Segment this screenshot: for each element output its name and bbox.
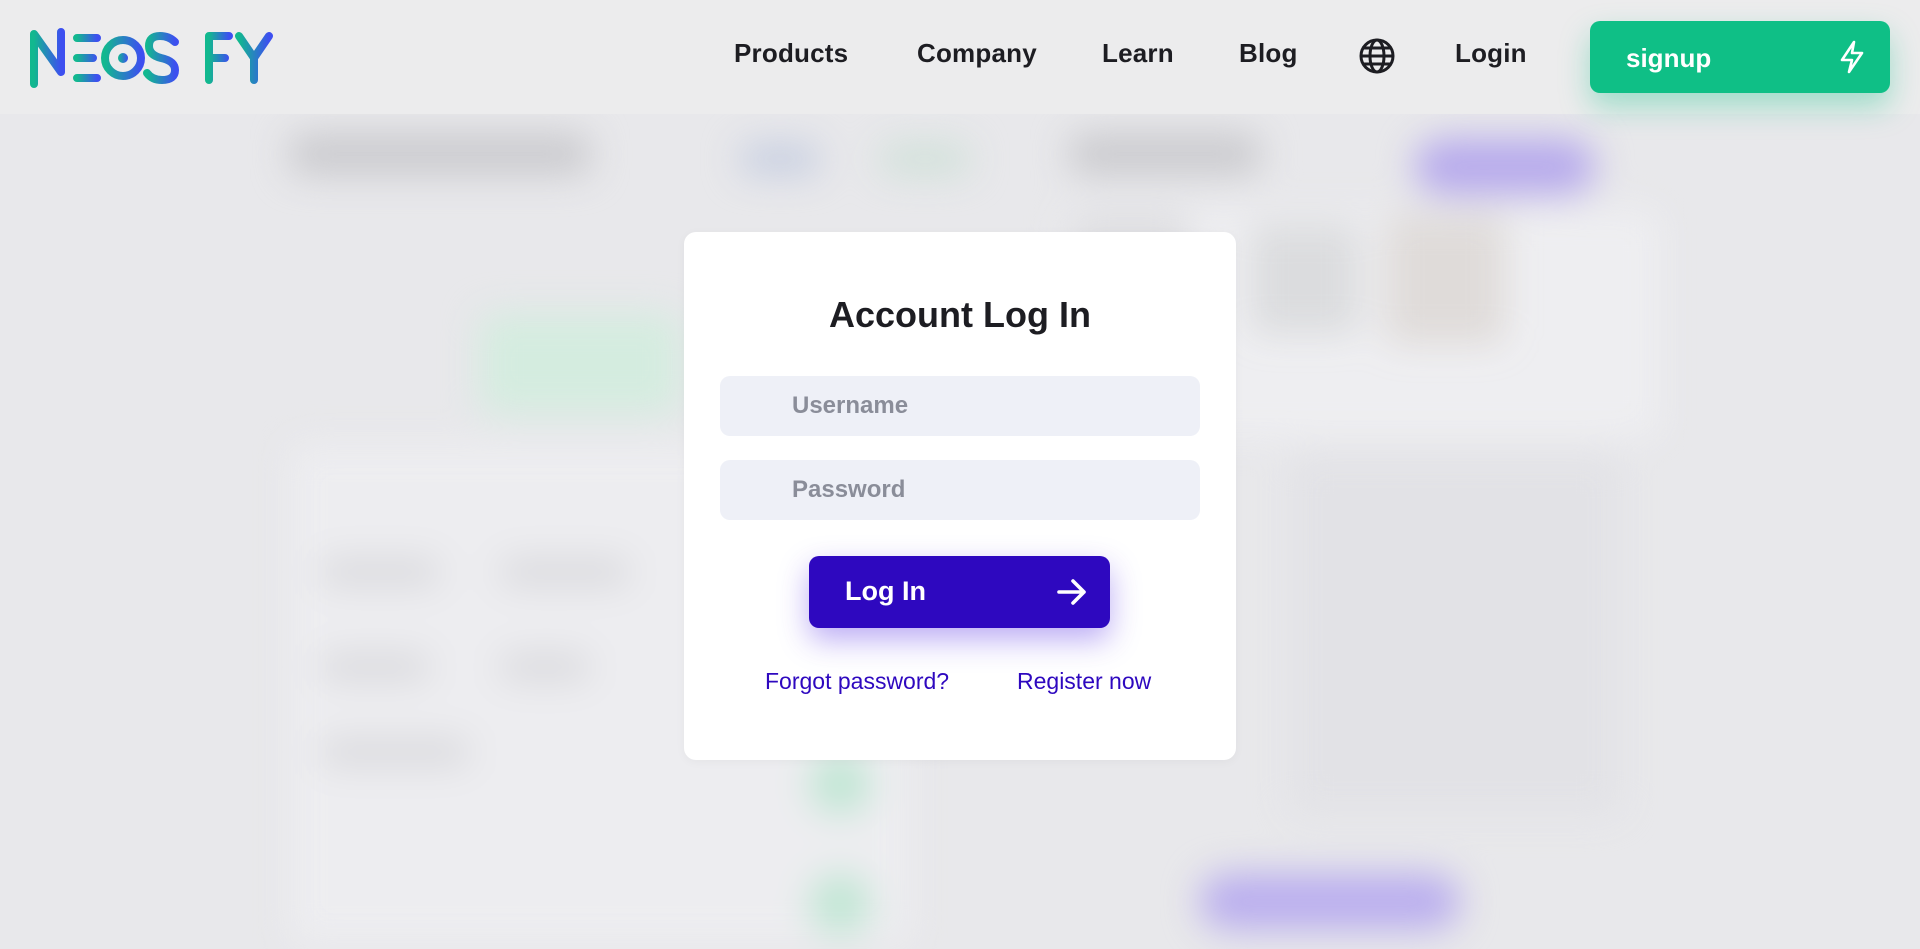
blurred-badge (810, 874, 870, 934)
blurred-tab (880, 144, 970, 174)
password-input[interactable] (720, 460, 1200, 520)
forgot-password-link[interactable]: Forgot password? (765, 668, 949, 695)
arrow-right-icon (1057, 579, 1086, 605)
login-card: Account Log In Log In Forgot password? R… (684, 232, 1236, 760)
blurred-highlight (480, 314, 680, 414)
blurred-badge (810, 754, 870, 814)
blurred-heading (290, 134, 590, 174)
blurred-button (1415, 139, 1595, 194)
blurred-row (500, 559, 630, 585)
nav-blog[interactable]: Blog (1239, 38, 1298, 69)
signup-button[interactable]: signup (1590, 21, 1890, 93)
blurred-row (320, 739, 470, 765)
blurred-row (500, 654, 590, 680)
nav-company[interactable]: Company (917, 38, 1037, 69)
blurred-row (320, 559, 440, 585)
blurred-heading (1070, 134, 1260, 174)
username-input[interactable] (720, 376, 1200, 436)
blurred-button (1200, 874, 1460, 929)
login-submit-button[interactable]: Log In (809, 556, 1110, 628)
site-header: Products Company Learn Blog Login signup (0, 0, 1920, 114)
login-submit-label: Log In (845, 576, 926, 606)
lightning-bolt-icon (1840, 40, 1864, 74)
blurred-tab (740, 144, 820, 174)
signup-label: signup (1626, 43, 1712, 73)
nav-login[interactable]: Login (1455, 38, 1527, 69)
register-now-link[interactable]: Register now (1017, 668, 1151, 695)
blurred-row (320, 654, 430, 680)
neosify-logo[interactable] (29, 28, 289, 88)
globe-icon[interactable] (1358, 37, 1396, 75)
blurred-list (1290, 454, 1620, 814)
nav-products[interactable]: Products (734, 38, 848, 69)
nav-learn[interactable]: Learn (1102, 38, 1174, 69)
login-title: Account Log In (829, 294, 1091, 335)
